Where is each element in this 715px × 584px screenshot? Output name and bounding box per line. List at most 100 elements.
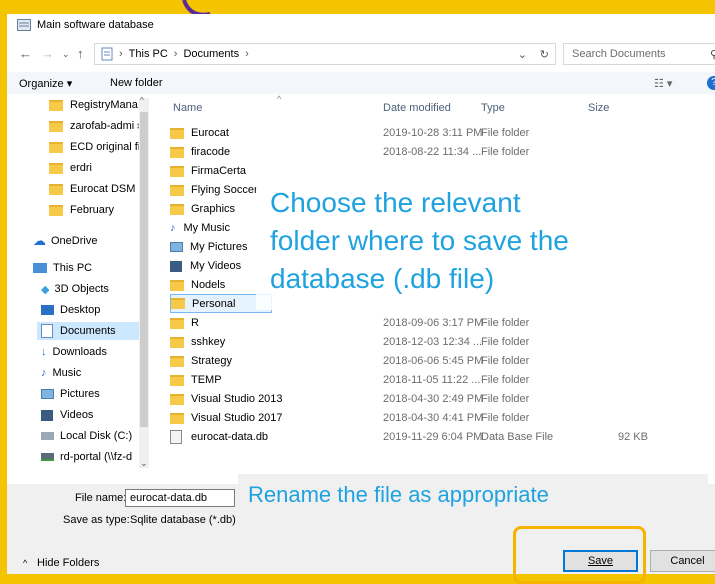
toolbar: Organize ▾ New folder ☷ ▾ ? bbox=[7, 72, 715, 94]
nav-item-desktop[interactable]: Desktop bbox=[41, 301, 100, 319]
nav-item-music[interactable]: ♪ Music bbox=[41, 364, 81, 382]
nav-item-downloads[interactable]: ↓ Downloads bbox=[41, 343, 107, 361]
chevron-right-icon: › bbox=[173, 48, 178, 60]
folder-icon bbox=[171, 298, 185, 309]
back-arrow-icon[interactable]: ← bbox=[19, 46, 32, 61]
nav-item-videos[interactable]: Videos bbox=[41, 406, 93, 424]
pictures-icon bbox=[41, 389, 54, 399]
scrollbar-thumb[interactable] bbox=[140, 112, 148, 427]
column-name-header[interactable]: Name bbox=[173, 102, 202, 114]
nav-item-documents[interactable]: Documents bbox=[37, 322, 145, 340]
3d-objects-icon: ◆ bbox=[41, 283, 50, 296]
recent-dropdown-icon[interactable]: ⌄ bbox=[62, 49, 70, 60]
folder-icon bbox=[49, 162, 63, 174]
view-options-icon[interactable]: ☷ ▾ bbox=[654, 77, 672, 90]
videos-icon bbox=[41, 409, 53, 421]
table-row[interactable]: R 2018-09-06 3:17 PM File folder bbox=[170, 314, 690, 332]
folder-icon bbox=[170, 127, 184, 139]
file-name-label: File name: bbox=[75, 492, 127, 504]
table-row[interactable]: Eurocat 2019-10-28 3:11 PM File folder bbox=[170, 124, 690, 142]
nav-item-this-pc[interactable]: This PC bbox=[33, 259, 92, 277]
column-size-header[interactable]: Size bbox=[588, 102, 609, 114]
folder-icon bbox=[170, 203, 184, 215]
new-folder-button[interactable]: New folder bbox=[110, 77, 163, 89]
table-row[interactable]: Visual Studio 2013 2018-04-30 2:49 PM Fi… bbox=[170, 390, 690, 408]
help-icon[interactable]: ? bbox=[707, 76, 715, 90]
documents-icon bbox=[41, 324, 53, 338]
chevron-right-icon: › bbox=[119, 48, 123, 60]
file-name-field[interactable]: eurocat-data.db bbox=[125, 489, 235, 507]
chevron-right-icon: › bbox=[245, 48, 249, 60]
folder-icon bbox=[170, 355, 184, 367]
table-row[interactable]: Visual Studio 2017 2018-04-30 4:41 PM Fi… bbox=[170, 409, 690, 427]
folder-icon bbox=[170, 146, 184, 158]
breadcrumb-this-pc[interactable]: This PC bbox=[129, 48, 168, 60]
column-type-header[interactable]: Type bbox=[481, 102, 505, 114]
table-row[interactable]: firacode 2018-08-22 11:34 ... File folde… bbox=[170, 143, 690, 161]
db-file-icon bbox=[170, 430, 182, 444]
breadcrumb-documents[interactable]: Documents bbox=[183, 48, 239, 60]
folder-icon bbox=[49, 183, 63, 195]
disk-icon bbox=[41, 432, 54, 440]
nav-pane-scrollbar[interactable]: ^ ⌄ bbox=[139, 96, 149, 469]
save-as-type-label: Save as type: bbox=[63, 514, 130, 526]
network-drive-icon bbox=[41, 453, 54, 461]
folder-icon bbox=[170, 374, 184, 386]
cancel-button[interactable]: Cancel bbox=[650, 550, 715, 572]
column-date-header[interactable]: Date modified bbox=[383, 102, 451, 114]
table-row[interactable]: eurocat-data.db 2019-11-29 6:04 PM Data … bbox=[170, 428, 690, 446]
nav-item-3d-objects[interactable]: ◆ 3D Objects bbox=[41, 280, 109, 298]
table-row[interactable]: sshkey 2018-12-03 12:34 ... File folder bbox=[170, 333, 690, 351]
nav-item-onedrive[interactable]: ☁ OneDrive bbox=[33, 232, 97, 250]
refresh-icon[interactable]: ↻ bbox=[540, 48, 549, 61]
forward-arrow-icon[interactable]: → bbox=[41, 46, 54, 61]
music-icon: ♪ bbox=[170, 222, 176, 234]
folder-icon bbox=[49, 99, 63, 111]
nav-item-ecd-original-files[interactable]: ECD original file bbox=[49, 138, 149, 156]
search-input[interactable]: Search Documents ⚲ bbox=[563, 43, 715, 65]
folder-icon bbox=[49, 204, 63, 216]
sort-ascending-icon: ^ bbox=[277, 94, 282, 104]
scroll-down-icon[interactable]: ⌄ bbox=[140, 458, 148, 469]
videos-icon bbox=[170, 260, 182, 272]
folder-icon bbox=[170, 184, 184, 196]
search-icon: ⚲ bbox=[709, 48, 715, 61]
nav-item-eurocat-dsm[interactable]: Eurocat DSM bbox=[49, 180, 135, 198]
desktop-icon bbox=[41, 305, 54, 315]
rename-annotation: Rename the file as appropriate bbox=[248, 482, 549, 507]
up-arrow-icon[interactable]: ↑ bbox=[77, 46, 84, 61]
hide-folders-button[interactable]: Hide Folders bbox=[37, 557, 99, 569]
address-dropdown-icon[interactable]: ⌄ bbox=[518, 48, 527, 61]
documents-location-icon bbox=[101, 47, 113, 61]
window-title: Main software database bbox=[37, 19, 154, 31]
music-icon: ♪ bbox=[41, 367, 47, 379]
folder-icon bbox=[170, 317, 184, 329]
table-row[interactable]: TEMP 2018-11-05 11:22 ... File folder bbox=[170, 371, 690, 389]
nav-item-rd-portal[interactable]: rd-portal (\\fz-d bbox=[41, 448, 132, 466]
nav-item-erdri[interactable]: erdri bbox=[49, 159, 92, 177]
scroll-up-icon[interactable]: ^ bbox=[140, 96, 144, 105]
folder-icon bbox=[170, 279, 184, 291]
folder-icon bbox=[170, 393, 184, 405]
address-bar-row: ← → ⌄ ↑ › This PC › Documents › ⌄ ↻ Sear… bbox=[7, 42, 715, 66]
folder-icon bbox=[170, 412, 184, 424]
save-as-type-select[interactable]: Sqlite database (*.db) bbox=[125, 511, 245, 529]
download-icon: ↓ bbox=[41, 346, 47, 358]
nav-item-february[interactable]: February bbox=[49, 201, 114, 219]
choose-folder-annotation: Choose the relevant folder where to save… bbox=[270, 187, 569, 294]
computer-icon bbox=[33, 263, 47, 273]
organize-button[interactable]: Organize ▾ bbox=[19, 77, 72, 90]
nav-item-pictures[interactable]: Pictures bbox=[41, 385, 100, 403]
save-button-highlight bbox=[513, 526, 646, 584]
nav-item-zarofab-admi[interactable]: zarofab-admi✱ bbox=[49, 117, 145, 135]
title-bar: Main software database bbox=[7, 14, 715, 36]
nav-item-local-disk[interactable]: Local Disk (C:) bbox=[41, 427, 132, 445]
nav-item-registrymana[interactable]: RegistryMana✱ bbox=[49, 96, 149, 114]
breadcrumb[interactable]: › This PC › Documents › ⌄ ↻ bbox=[94, 43, 556, 65]
chevron-up-icon: ^ bbox=[23, 558, 28, 568]
folder-icon bbox=[49, 141, 63, 153]
table-row[interactable]: Strategy 2018-06-06 5:45 PM File folder bbox=[170, 352, 690, 370]
folder-icon bbox=[170, 165, 184, 177]
pictures-icon bbox=[170, 242, 183, 252]
cloud-icon: ☁ bbox=[33, 233, 46, 248]
